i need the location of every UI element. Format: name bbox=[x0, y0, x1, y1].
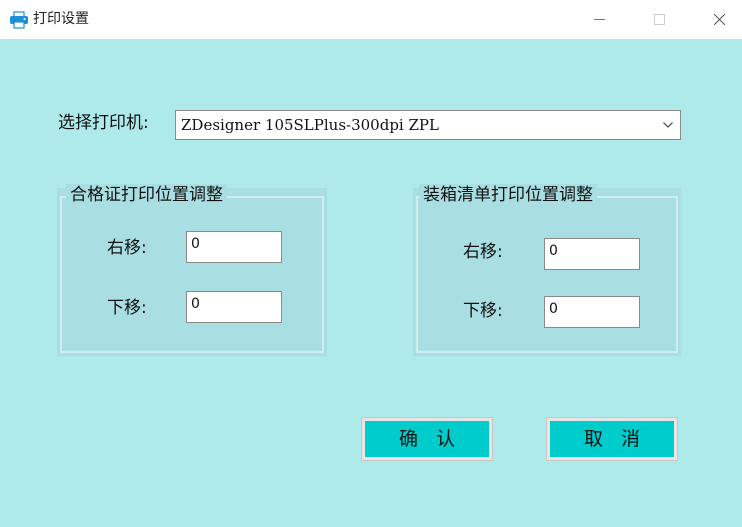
certificate-right-input[interactable]: 0 bbox=[186, 231, 282, 263]
dialog-body: 选择打印机: ZDesigner 105SLPlus-300dpi ZPL 合格… bbox=[0, 39, 742, 527]
printer-select[interactable]: ZDesigner 105SLPlus-300dpi ZPL bbox=[175, 110, 681, 140]
packing-right-label: 右移: bbox=[463, 242, 503, 262]
cancel-button[interactable]: 取消 bbox=[546, 417, 678, 461]
maximize-button[interactable] bbox=[636, 0, 682, 39]
certificate-down-label: 下移: bbox=[107, 298, 147, 318]
packing-right-input[interactable]: 0 bbox=[544, 238, 640, 270]
certificate-right-label: 右移: bbox=[107, 238, 147, 258]
packing-down-label: 下移: bbox=[463, 301, 503, 321]
group-frame bbox=[60, 196, 324, 353]
packing-list-position-group: 装箱清单打印位置调整 右移: 0 下移: 0 bbox=[413, 184, 681, 356]
group-frame bbox=[416, 196, 678, 353]
certificate-group-title: 合格证打印位置调整 bbox=[66, 184, 227, 206]
minimize-button[interactable] bbox=[576, 0, 622, 39]
close-button[interactable] bbox=[696, 0, 742, 39]
packing-down-input[interactable]: 0 bbox=[544, 296, 640, 328]
close-icon bbox=[714, 14, 725, 25]
minimize-icon bbox=[594, 19, 605, 20]
cancel-button-label: 取消 bbox=[583, 428, 658, 450]
confirm-button[interactable]: 确认 bbox=[361, 417, 493, 461]
window-title: 打印设置 bbox=[33, 11, 89, 27]
certificate-position-group: 合格证打印位置调整 右移: 0 下移: 0 bbox=[57, 184, 327, 356]
confirm-button-label: 确认 bbox=[398, 428, 473, 450]
packing-group-title: 装箱清单打印位置调整 bbox=[419, 184, 597, 206]
printer-select-value: ZDesigner 105SLPlus-300dpi ZPL bbox=[181, 116, 439, 134]
chevron-down-icon bbox=[663, 122, 673, 128]
printer-icon bbox=[10, 11, 28, 29]
printer-label: 选择打印机: bbox=[58, 113, 149, 133]
title-bar: 打印设置 bbox=[0, 0, 742, 39]
certificate-down-input[interactable]: 0 bbox=[186, 291, 282, 323]
maximize-icon bbox=[654, 14, 665, 25]
